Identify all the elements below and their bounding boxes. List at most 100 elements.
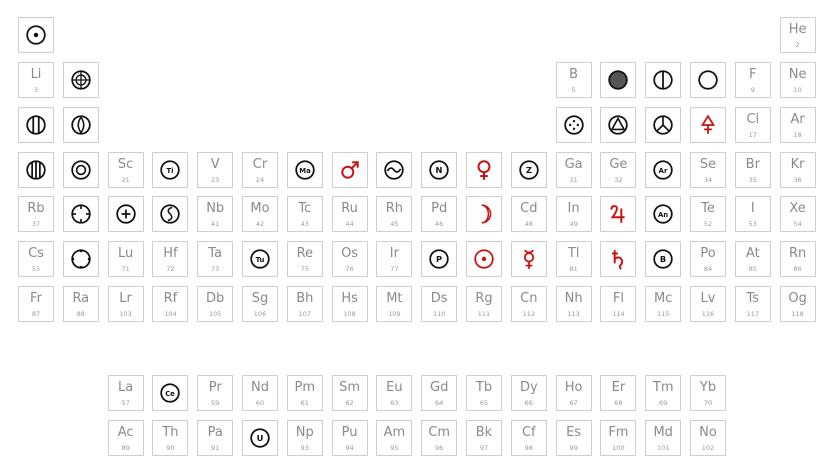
atomic-number: 53 <box>748 220 757 228</box>
element-symbol: Se <box>699 157 717 172</box>
element-symbol: Li <box>30 67 42 82</box>
element-symbol: Cl <box>746 112 760 127</box>
atomic-number: 108 <box>343 310 356 318</box>
element-cell: Ga 31 <box>555 152 592 188</box>
atomic-number: 71 <box>121 265 130 273</box>
element-cell: Cn 112 <box>510 286 547 322</box>
circle-peace-icon <box>646 108 680 142</box>
element-cell: Pm 61 <box>286 375 323 411</box>
atomic-number: 44 <box>345 220 354 228</box>
element-cell: Os 76 <box>331 241 368 277</box>
atomic-number: 35 <box>748 176 757 184</box>
element-symbol: In <box>567 201 580 216</box>
element-cell: Og 118 <box>779 286 816 322</box>
empty-circle-icon <box>691 63 725 97</box>
alchemical-element-cell <box>62 107 99 143</box>
atomic-number: 95 <box>390 444 399 452</box>
element-cell: Lr 103 <box>107 286 144 322</box>
element-symbol: Os <box>341 246 359 261</box>
atomic-number: 45 <box>390 220 399 228</box>
atomic-number: 3 <box>33 86 39 94</box>
element-cell: Fm 100 <box>600 420 637 456</box>
atomic-number: 43 <box>300 220 309 228</box>
atomic-number: 102 <box>701 444 715 452</box>
svg-text:Ar: Ar <box>659 167 668 175</box>
atomic-number: 93 <box>300 444 309 452</box>
element-cell: Mc 115 <box>645 286 682 322</box>
atomic-number: 23 <box>211 176 220 184</box>
element-cell: In 49 <box>555 196 592 232</box>
element-symbol: Og <box>788 291 807 306</box>
circle-diamond-dots-icon <box>557 108 591 142</box>
atomic-number: 49 <box>569 220 578 228</box>
circle-text-icon: Ma <box>288 153 322 187</box>
alchemical-element-cell <box>645 107 682 143</box>
jupiter-symbol-icon <box>601 197 635 231</box>
element-symbol: Ac <box>117 425 134 440</box>
element-symbol: Mt <box>386 291 403 306</box>
alchemical-element-cell: N <box>421 152 458 188</box>
element-cell: Cf 98 <box>510 420 547 456</box>
element-cell: Li 3 <box>18 62 54 98</box>
element-cell: Cs 55 <box>18 241 54 277</box>
svg-text:U: U <box>257 433 264 443</box>
alchemical-element-cell: Z <box>510 152 547 188</box>
atomic-number: 110 <box>432 310 446 318</box>
element-cell: Re 75 <box>286 241 323 277</box>
atomic-number: 54 <box>793 220 802 228</box>
alchemical-element-cell <box>331 152 368 188</box>
alchemical-element-cell <box>600 62 637 98</box>
alchemical-element-cell <box>645 62 682 98</box>
atomic-number: 72 <box>166 265 175 273</box>
element-symbol: Pd <box>431 201 448 216</box>
element-symbol: Tb <box>475 380 493 395</box>
element-symbol: Bh <box>296 291 314 306</box>
element-symbol: Nb <box>206 201 225 216</box>
element-symbol: Eu <box>386 380 403 395</box>
element-symbol: Te <box>701 201 715 216</box>
atomic-number: 118 <box>791 310 804 318</box>
element-symbol: I <box>750 201 755 216</box>
element-cell: Bk 97 <box>466 420 502 456</box>
element-cell: Bh 107 <box>286 286 323 322</box>
element-symbol: Rg <box>475 291 493 306</box>
element-cell: Rg 111 <box>466 286 502 322</box>
element-cell: Ho 67 <box>555 375 592 411</box>
circle-cross-dots-icon <box>64 63 98 97</box>
atomic-number: 68 <box>614 399 623 407</box>
alchemical-element-cell <box>600 196 637 232</box>
element-symbol: Ir <box>389 246 399 261</box>
element-symbol: Tc <box>298 201 312 216</box>
alchemical-element-cell <box>600 241 637 277</box>
element-symbol: Gd <box>430 380 449 395</box>
atomic-number: 73 <box>211 265 220 273</box>
element-cell: Tc 43 <box>286 196 323 232</box>
element-cell: Cd 48 <box>510 196 547 232</box>
element-cell: Fl 114 <box>600 286 637 322</box>
alchemical-element-cell <box>466 152 502 188</box>
element-cell: Ac 89 <box>107 420 144 456</box>
atomic-number: 117 <box>746 310 759 318</box>
circle-s-icon <box>153 197 187 231</box>
element-cell: Gd 64 <box>421 375 458 411</box>
element-cell: Eu 63 <box>376 375 413 411</box>
alchemical-element-cell <box>600 107 637 143</box>
filled-circle-icon <box>601 63 635 97</box>
element-symbol: Nh <box>564 291 583 306</box>
saturn-symbol-icon <box>601 242 635 276</box>
element-symbol: Mo <box>250 201 270 216</box>
element-cell: Pd 46 <box>421 196 458 232</box>
svg-text:Ti: Ti <box>167 167 174 175</box>
svg-text:Tu: Tu <box>256 256 265 264</box>
svg-text:P: P <box>436 254 442 264</box>
alchemical-element-cell <box>152 196 189 232</box>
element-symbol: Kr <box>790 157 805 172</box>
atomic-number: 59 <box>211 399 220 407</box>
atomic-number: 37 <box>31 220 41 228</box>
element-symbol: He <box>788 22 807 37</box>
circle-text-icon: An <box>646 197 680 231</box>
atomic-number: 41 <box>211 220 220 228</box>
element-symbol: Hf <box>163 246 178 261</box>
element-symbol: At <box>745 246 760 261</box>
alchemical-element-cell <box>555 107 592 143</box>
